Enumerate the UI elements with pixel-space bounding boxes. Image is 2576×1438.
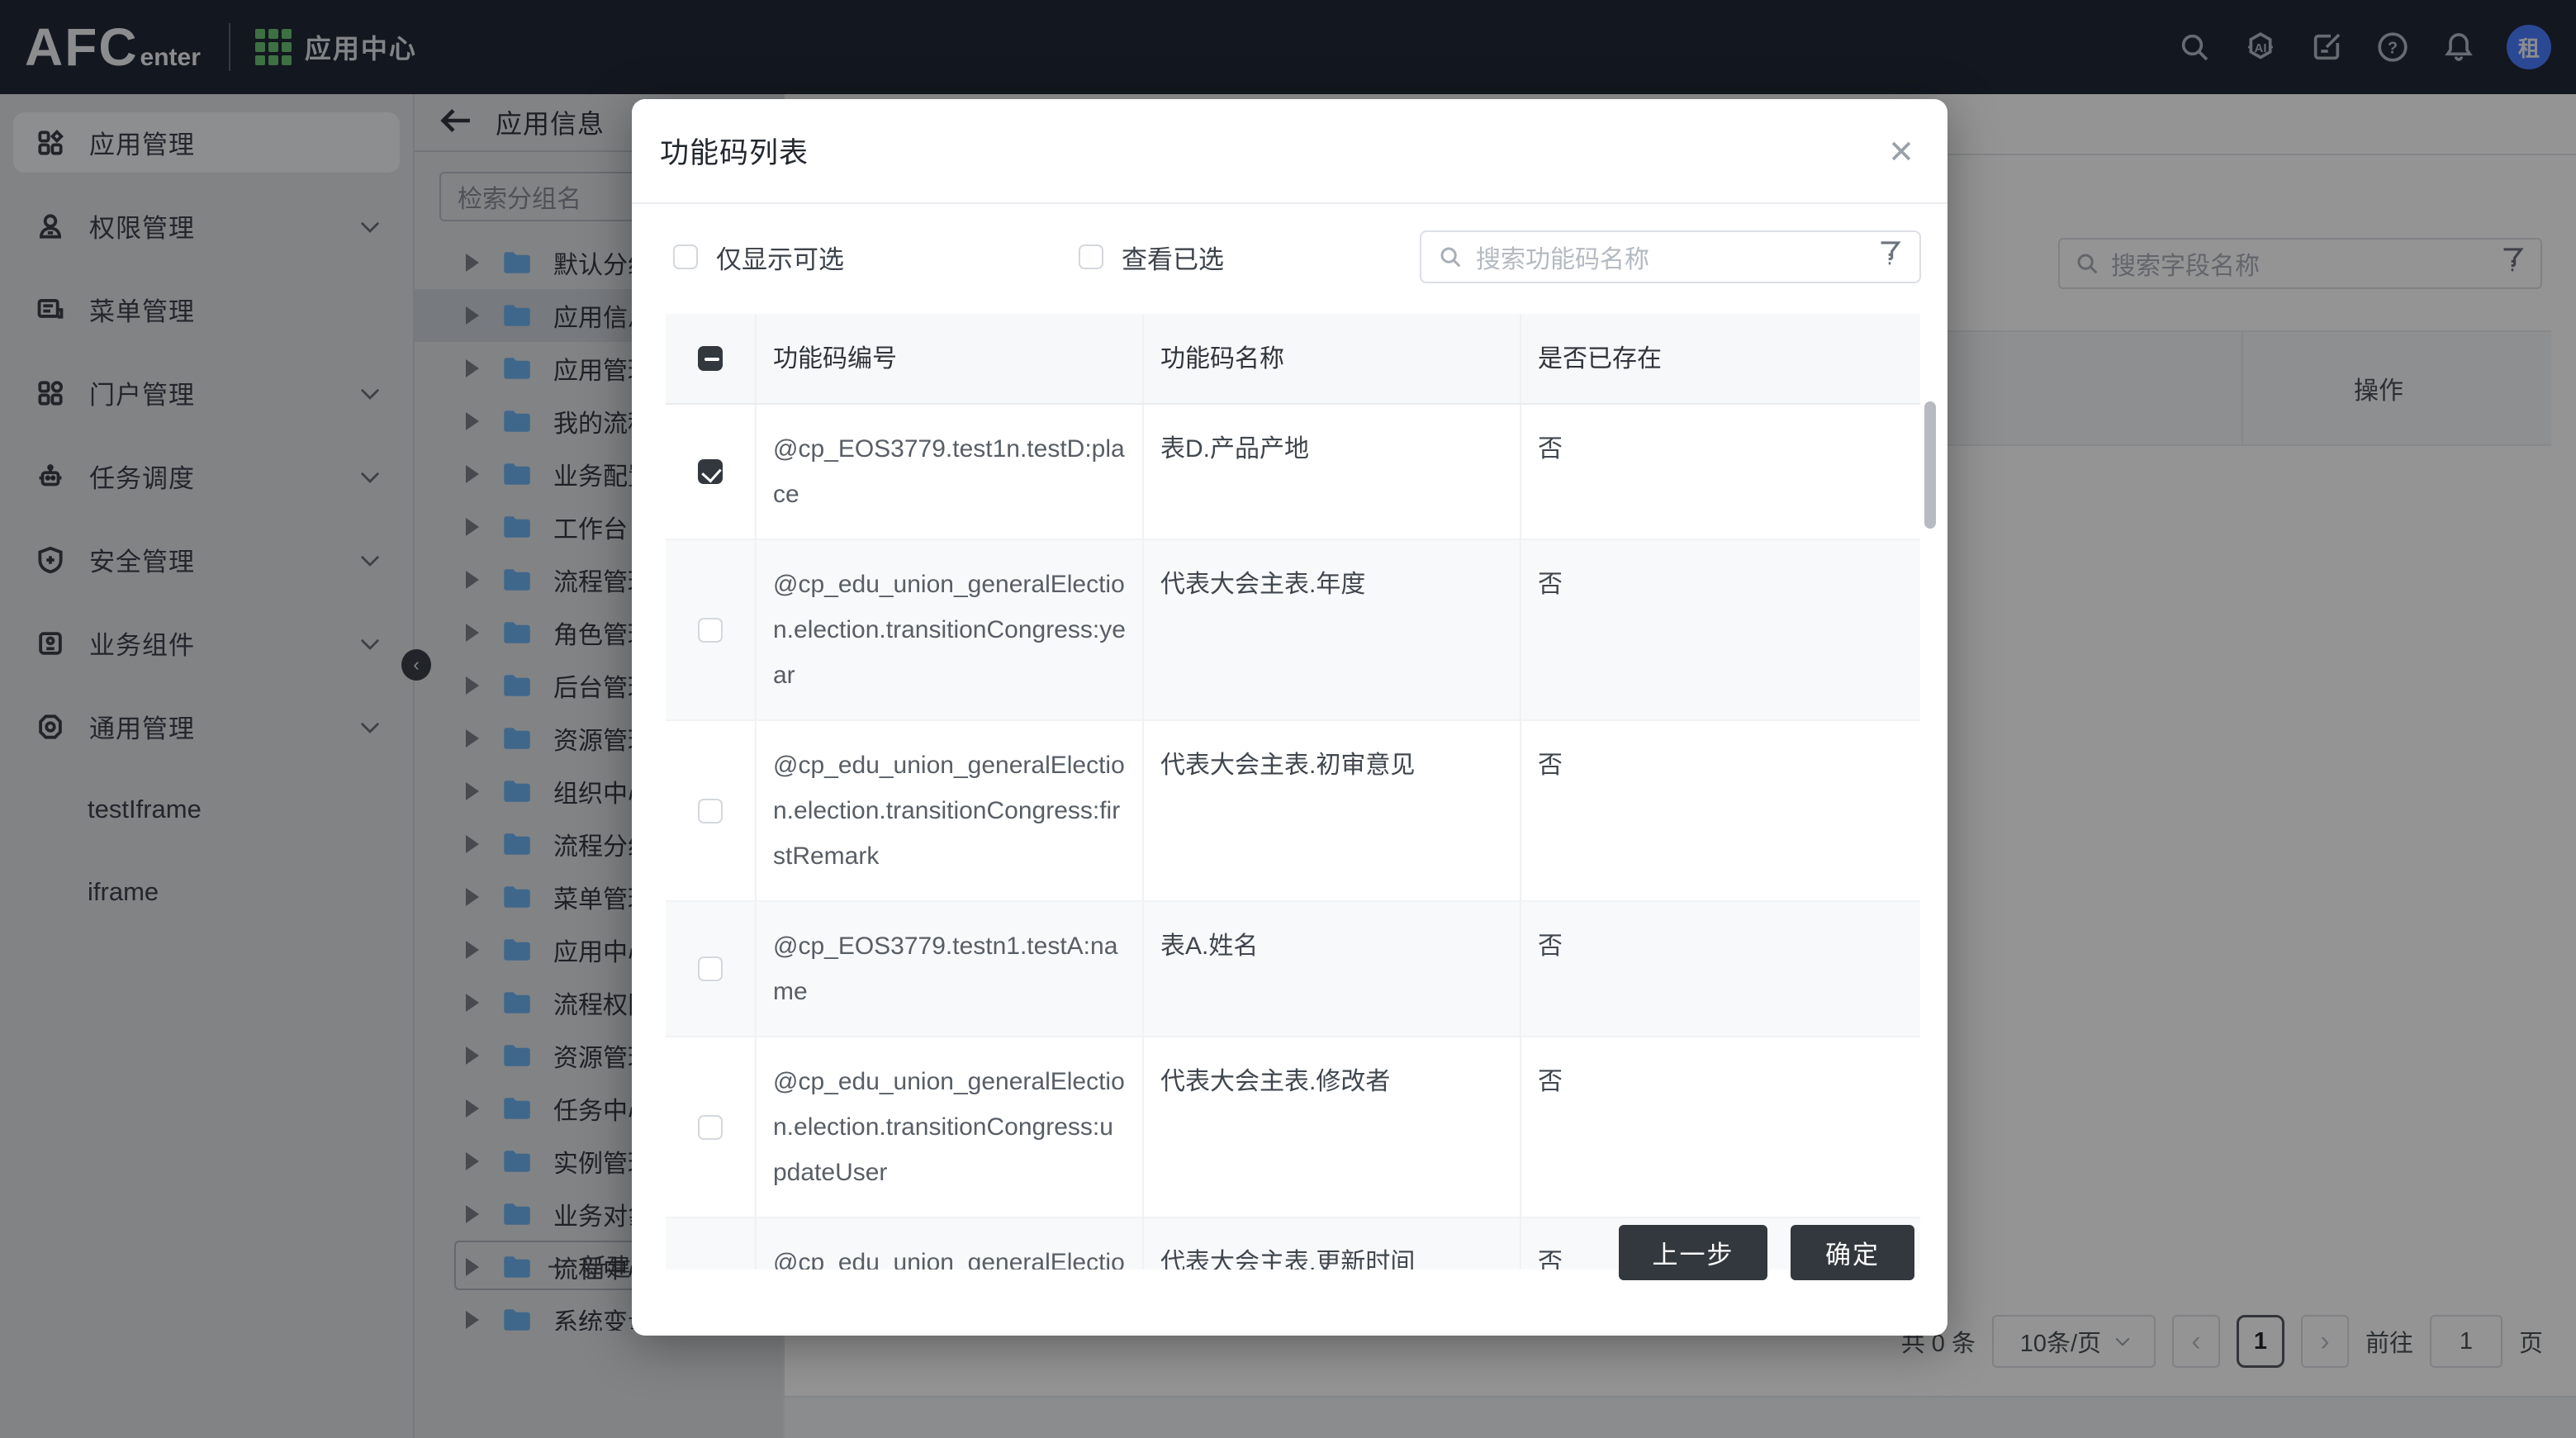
checkbox-label: 查看已选 — [1122, 239, 1224, 276]
modal-title: 功能码列表 — [660, 130, 809, 172]
cell-function-code: @cp_edu_union_generalElection.election.t… — [757, 721, 1144, 900]
function-code-table: 功能码编号 功能码名称 是否已存在 @cp_EOS3779.test1n.tes… — [666, 314, 1920, 1270]
table-row: @cp_EOS3779.test1n.testD:place表D.产品产地否 — [666, 405, 1920, 540]
select-all-checkbox[interactable] — [698, 346, 723, 371]
function-code-search-placeholder: 搜索功能码名称 — [1476, 239, 1649, 275]
table-row: @cp_edu_union_generalElection.election.t… — [666, 1037, 1920, 1218]
close-icon[interactable] — [1883, 133, 1919, 169]
column-header-name: 功能码名称 — [1144, 314, 1521, 403]
confirm-button[interactable]: 确定 — [1791, 1225, 1914, 1280]
row-checkbox[interactable] — [698, 956, 723, 981]
cell-exists: 否 — [1521, 902, 1920, 1036]
column-header-code: 功能码编号 — [757, 314, 1144, 403]
show-selected-checkbox[interactable]: 查看已选 — [1079, 220, 1224, 294]
modal-header: 功能码列表 — [632, 99, 1947, 204]
cell-function-code: @cp_EOS3779.testn1.testA:name — [757, 902, 1144, 1036]
row-checkbox[interactable] — [698, 618, 723, 643]
table-scrollbar[interactable] — [1924, 401, 1936, 529]
cell-function-name: 表D.产品产地 — [1144, 405, 1521, 539]
app-screen: AFC enter 应用中心 AI ? 租 — [0, 0, 2576, 1438]
cell-exists: 否 — [1521, 405, 1920, 539]
cell-exists: 否 — [1521, 721, 1920, 900]
modal-controls: 仅显示可选 查看已选 搜索功能码名称 — [632, 220, 1947, 294]
column-header-exists: 是否已存在 — [1521, 314, 1920, 403]
function-code-modal: 功能码列表 仅显示可选 查看已选 搜索功能码名称 — [632, 99, 1947, 1336]
modal-footer: 上一步 确定 — [632, 1203, 1947, 1336]
cell-exists: 否 — [1521, 540, 1920, 719]
cell-function-name: 代表大会主表.修改者 — [1144, 1037, 1521, 1217]
cell-exists: 否 — [1521, 1037, 1920, 1217]
table-header-row: 功能码编号 功能码名称 是否已存在 — [666, 314, 1920, 405]
function-code-search-input[interactable]: 搜索功能码名称 — [1420, 230, 1921, 283]
cell-function-name: 代表大会主表.初审意见 — [1144, 721, 1521, 900]
search-icon — [1438, 244, 1463, 269]
filter-icon[interactable] — [1876, 240, 1903, 274]
checkbox-icon[interactable] — [1079, 244, 1103, 269]
table-row: @cp_edu_union_generalElection.election.t… — [666, 721, 1920, 902]
cell-function-code: @cp_edu_union_generalElection.election.t… — [757, 1037, 1144, 1217]
row-checkbox[interactable] — [698, 799, 723, 823]
row-checkbox[interactable] — [698, 459, 723, 484]
checkbox-label: 仅显示可选 — [716, 239, 844, 276]
cell-function-code: @cp_EOS3779.test1n.testD:place — [757, 405, 1144, 539]
table-row: @cp_EOS3779.testn1.testA:name表A.姓名否 — [666, 902, 1920, 1037]
previous-step-button[interactable]: 上一步 — [1619, 1225, 1767, 1280]
checkbox-icon[interactable] — [673, 244, 698, 269]
cell-function-name: 表A.姓名 — [1144, 902, 1521, 1036]
table-body: @cp_EOS3779.test1n.testD:place表D.产品产地否@c… — [666, 405, 1920, 1270]
table-row: @cp_edu_union_generalElection.election.t… — [666, 540, 1920, 721]
row-checkbox[interactable] — [698, 1115, 723, 1140]
show-selectable-checkbox[interactable]: 仅显示可选 — [673, 220, 844, 294]
cell-function-name: 代表大会主表.年度 — [1144, 540, 1521, 719]
cell-function-code: @cp_edu_union_generalElection.election.t… — [757, 540, 1144, 719]
